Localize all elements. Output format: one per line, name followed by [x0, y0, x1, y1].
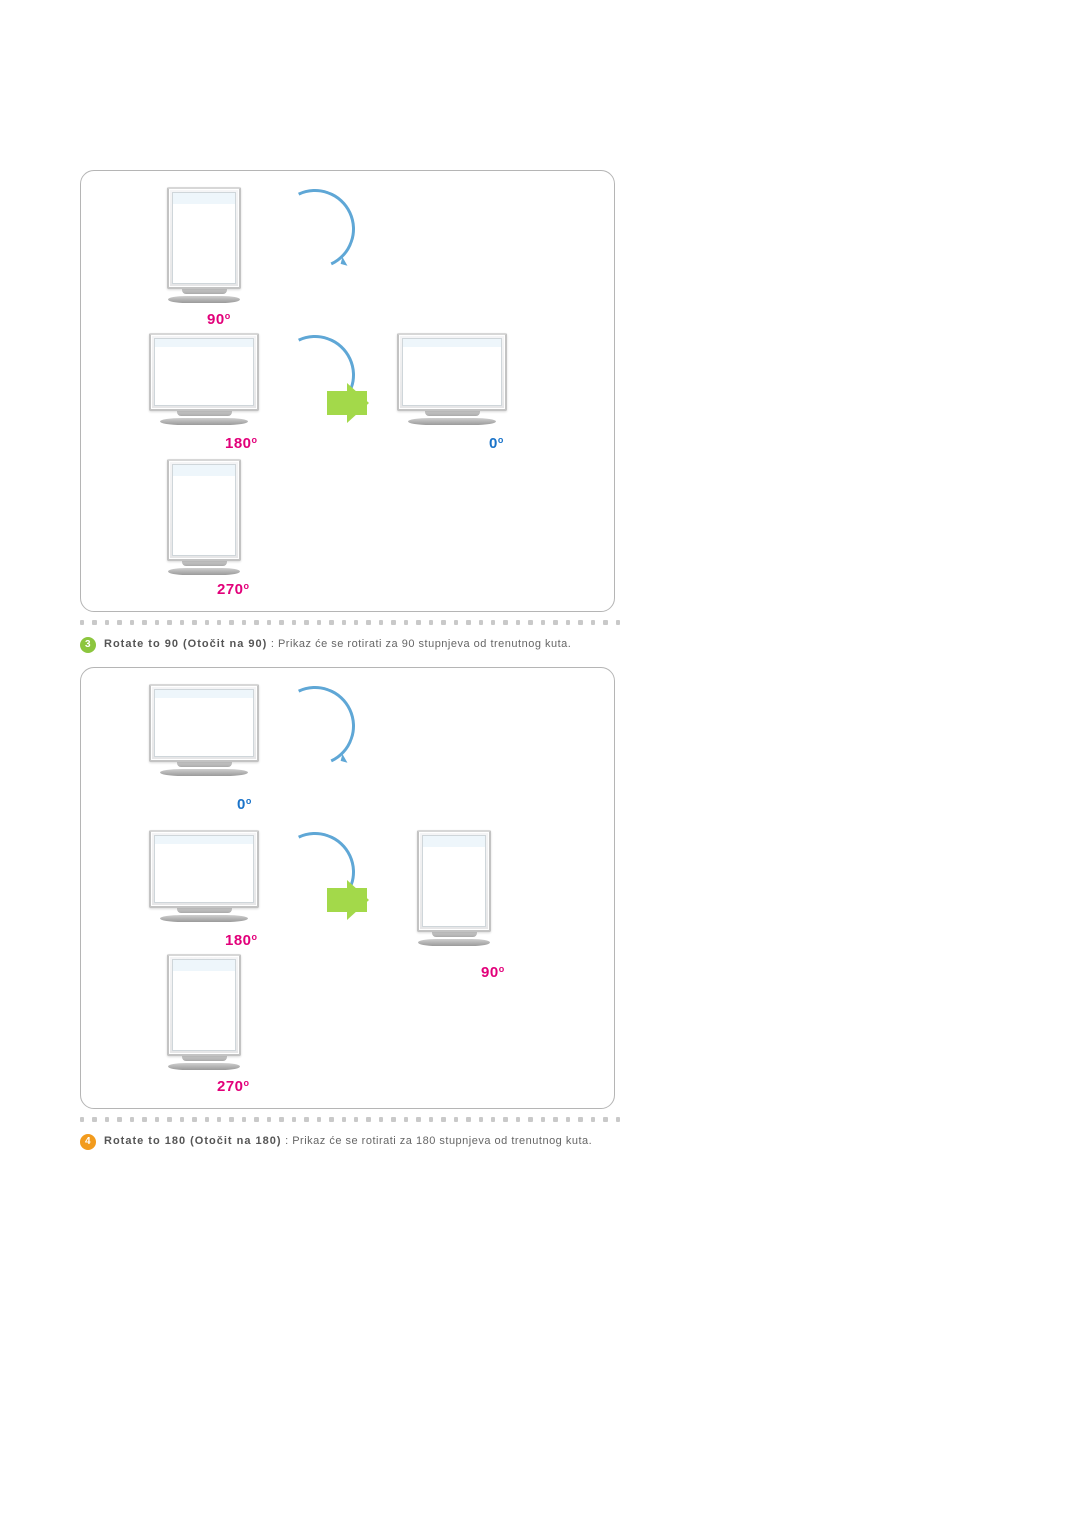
degree-label: 270o [217, 581, 250, 598]
instruction-text: Rotate to 180 (Otočit na 180) : Prikaz ć… [104, 1133, 620, 1150]
rotation-arrow-icon [264, 675, 367, 778]
divider-dots [80, 1117, 620, 1127]
monitor-illustration [149, 684, 259, 776]
arrow-right-icon [327, 888, 367, 912]
rotation-arrow-icon [264, 178, 367, 281]
degree-label: 180o [225, 435, 258, 452]
step-number-badge: 3 [80, 637, 96, 653]
monitor-illustration [397, 333, 507, 425]
degree-label: 180o [225, 932, 258, 949]
degree-label: 0o [237, 796, 252, 813]
instruction-item: 3 Rotate to 90 (Otočit na 90) : Prikaz će… [80, 636, 620, 653]
rotation-diagram: 0o 180o 270o 90o [80, 667, 615, 1109]
monitor-illustration [409, 830, 499, 946]
monitor-illustration [159, 459, 249, 575]
divider-dots [80, 620, 620, 630]
monitor-illustration [149, 333, 259, 425]
monitor-illustration [159, 187, 249, 303]
degree-label: 90o [207, 311, 231, 328]
monitor-illustration [159, 954, 249, 1070]
step-number-badge: 4 [80, 1134, 96, 1150]
rotation-diagram: 90o 180o 270o 0o [80, 170, 615, 612]
degree-label: 270o [217, 1078, 250, 1095]
instruction-text: Rotate to 90 (Otočit na 90) : Prikaz će … [104, 636, 620, 653]
monitor-illustration [149, 830, 259, 922]
arrow-right-icon [327, 391, 367, 415]
instruction-item: 4 Rotate to 180 (Otočit na 180) : Prikaz … [80, 1133, 620, 1150]
degree-label: 90o [481, 964, 505, 981]
degree-label: 0o [489, 435, 504, 452]
